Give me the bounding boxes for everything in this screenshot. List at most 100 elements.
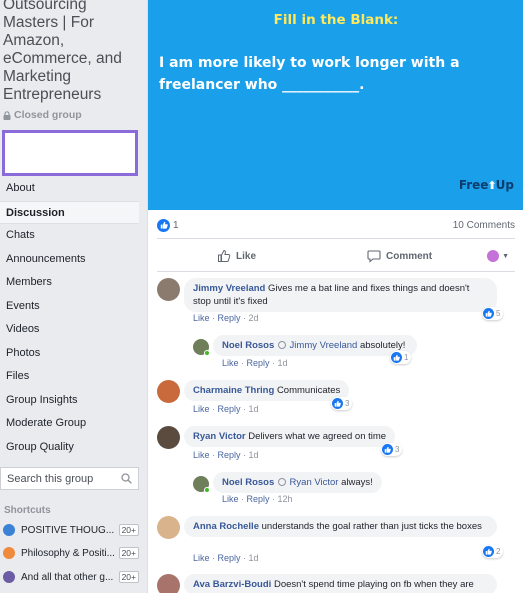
nav-item-chats[interactable]: Chats xyxy=(0,224,139,248)
nav-item-events[interactable]: Events xyxy=(0,295,139,319)
reaction-count: 3 xyxy=(395,445,400,454)
nav-item-moderate-group[interactable]: Moderate Group xyxy=(0,412,139,436)
group-post: Fill in the Blank: I am more likely to w… xyxy=(147,0,523,593)
comment-like-link[interactable]: Like xyxy=(193,450,210,460)
comment-meta: Like · Reply · 1d xyxy=(222,358,288,368)
comment-time[interactable]: 1d xyxy=(278,358,288,368)
avatar[interactable] xyxy=(157,574,180,593)
comment-time[interactable]: 1d xyxy=(249,450,259,460)
comment-like-link[interactable]: Like xyxy=(193,553,210,563)
mentioned-user[interactable]: Jimmy Vreeland xyxy=(290,340,358,351)
group-privacy-label: Closed group xyxy=(14,109,82,121)
comment-bubble: Ryan Victor Delivers what we agreed on t… xyxy=(184,426,396,447)
comment-meta: Like · Reply · 1d xyxy=(193,404,259,414)
comment-like-link[interactable]: Like xyxy=(222,358,239,368)
comment-reply-link[interactable]: Reply xyxy=(218,450,241,460)
comment-time[interactable]: 1d xyxy=(249,404,259,414)
avatar[interactable] xyxy=(157,380,180,403)
comment-bubble: Noel Rosos Ryan Victor always! xyxy=(213,472,382,493)
nav-item-videos[interactable]: Videos xyxy=(0,318,139,342)
group-icon xyxy=(3,547,15,559)
shortcut-item[interactable]: POSITIVE THOUG... 20+ xyxy=(3,520,139,540)
comment-reply-link[interactable]: Reply xyxy=(247,494,270,504)
comment-time[interactable]: 12h xyxy=(278,494,293,504)
comment: Ryan Victor Delivers what we agreed on t… xyxy=(157,426,517,466)
comment-icon xyxy=(367,250,381,263)
like-reaction-icon xyxy=(332,398,343,409)
comment-author[interactable]: Noel Rosos xyxy=(222,340,274,351)
post-image[interactable]: Fill in the Blank: I am more likely to w… xyxy=(148,0,523,210)
comment: Anna Rochelle understands the goal rathe… xyxy=(157,516,517,566)
moderator-badge-icon xyxy=(277,478,286,486)
like-button[interactable]: Like xyxy=(217,249,256,263)
like-count: 1 xyxy=(173,219,179,231)
shortcut-item[interactable]: Philosophy & Positi... 20+ xyxy=(3,543,139,563)
comment-reactions[interactable]: 3 xyxy=(331,397,353,410)
reaction-summary[interactable]: 1 xyxy=(157,218,179,232)
comment: Charmaine Thring Communicates 3 Like · R… xyxy=(157,380,517,420)
group-icon xyxy=(3,524,15,536)
comment-button-label: Comment xyxy=(386,250,433,262)
group-search-placeholder: Search this group xyxy=(7,472,94,485)
search-icon[interactable] xyxy=(121,473,132,484)
like-reaction-icon xyxy=(391,352,402,363)
shortcut-label: Philosophy & Positi... xyxy=(21,547,115,559)
comment-reply-link[interactable]: Reply xyxy=(247,358,270,368)
comment-author[interactable]: Ryan Victor xyxy=(193,431,246,442)
avatar[interactable] xyxy=(157,516,180,539)
nav-item-files[interactable]: Files xyxy=(0,365,139,389)
comment-meta: Like · Reply · 2d xyxy=(193,313,259,323)
comment-author[interactable]: Charmaine Thring xyxy=(193,385,274,396)
comment-text: Doesn't spend time playing on fb when th… xyxy=(273,579,474,590)
mentioned-user[interactable]: Ryan Victor xyxy=(290,477,339,488)
comment-reply-link[interactable]: Reply xyxy=(218,404,241,414)
comment-text: absolutely! xyxy=(359,340,406,351)
comment-reply-link[interactable]: Reply xyxy=(218,553,241,563)
comment-count[interactable]: 10 Comments xyxy=(453,220,515,231)
comment-time[interactable]: 2d xyxy=(249,313,259,323)
online-status-indicator xyxy=(204,350,210,356)
reaction-count: 1 xyxy=(404,353,409,362)
comment-reply-link[interactable]: Reply xyxy=(218,313,241,323)
nav-item-group-insights[interactable]: Group Insights xyxy=(0,389,139,413)
comment-time[interactable]: 1d xyxy=(249,553,259,563)
comment-like-link[interactable]: Like xyxy=(193,313,210,323)
group-sidebar: Outsourcing Masters | For Amazon, eComme… xyxy=(0,0,146,593)
reaction-count: 2 xyxy=(496,547,501,556)
comment-button[interactable]: Comment xyxy=(367,249,432,263)
comment-reactions[interactable]: 5 xyxy=(482,307,504,320)
nav-item-members[interactable]: Members xyxy=(0,271,139,295)
online-status-indicator xyxy=(204,487,210,493)
shortcuts-heading: Shortcuts xyxy=(4,505,51,516)
comment-like-link[interactable]: Like xyxy=(222,494,239,504)
like-reaction-icon xyxy=(157,218,170,232)
group-search-input[interactable]: Search this group xyxy=(0,467,139,490)
nav-item-about[interactable]: About xyxy=(0,177,139,201)
nav-item-announcements[interactable]: Announcements xyxy=(0,248,139,272)
avatar[interactable] xyxy=(157,278,180,301)
comment-reactions[interactable]: 3 xyxy=(381,443,403,456)
shortcut-count-badge: 20+ xyxy=(118,571,139,583)
comment-text: always! xyxy=(341,477,373,488)
reaction-count: 3 xyxy=(345,399,350,408)
comment-reactions[interactable]: 2 xyxy=(482,545,504,558)
comment-like-link[interactable]: Like xyxy=(193,404,210,414)
nav-item-photos[interactable]: Photos xyxy=(0,342,139,366)
avatar[interactable] xyxy=(157,426,180,449)
nav-item-discussion[interactable]: Discussion xyxy=(0,200,139,224)
group-title[interactable]: Outsourcing Masters | For Amazon, eComme… xyxy=(3,0,143,104)
shortcut-count-badge: 20+ xyxy=(118,547,139,559)
shortcut-item[interactable]: And all that other g... 20+ xyxy=(3,567,139,587)
comment-author[interactable]: Anna Rochelle xyxy=(193,521,259,532)
comment-author[interactable]: Jimmy Vreeland xyxy=(193,283,265,294)
shortcut-label: And all that other g... xyxy=(21,571,114,583)
comment-author[interactable]: Ava Barzvi-Boudi xyxy=(193,579,271,590)
comment-reactions[interactable]: 1 xyxy=(390,351,412,364)
group-cover-thumbnail[interactable] xyxy=(2,130,138,176)
group-icon xyxy=(3,571,15,583)
post-as-selector[interactable]: ▼ xyxy=(487,250,509,262)
comment-author[interactable]: Noel Rosos xyxy=(222,477,274,488)
comment-bubble: Jimmy Vreeland Gives me a bat line and f… xyxy=(184,278,497,312)
nav-item-group-quality[interactable]: Group Quality xyxy=(0,436,139,460)
freeup-logo: Free ⬆ Up xyxy=(459,178,514,192)
